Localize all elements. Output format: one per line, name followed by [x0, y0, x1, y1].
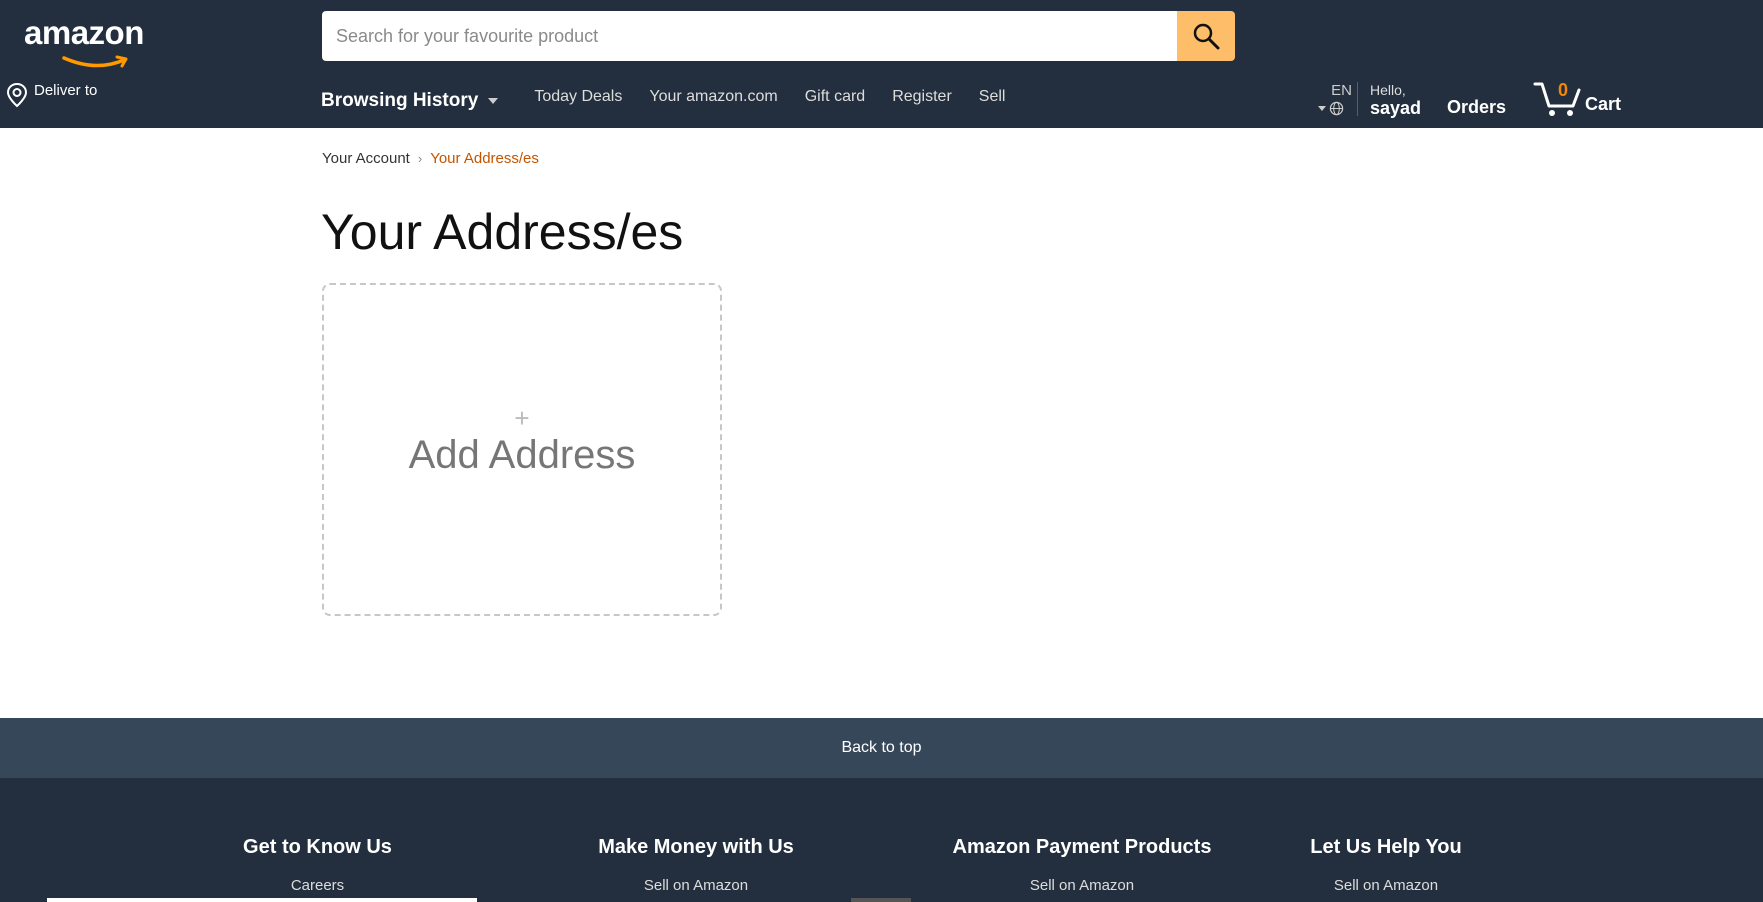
- breadcrumb-separator: ›: [417, 151, 423, 166]
- breadcrumb-your-account[interactable]: Your Account: [322, 150, 410, 167]
- add-address-label: Add Address: [408, 433, 636, 477]
- location-pin-icon: [6, 82, 28, 108]
- footer-link-careers[interactable]: Careers: [230, 877, 405, 894]
- cart-count-badge: 0: [1558, 80, 1569, 100]
- footer-column-get-to-know-us: Get to Know Us Careers: [230, 836, 405, 894]
- plus-icon: +: [514, 403, 530, 433]
- logo-smile-icon: [62, 55, 128, 68]
- browsing-history-dropdown[interactable]: Browsing History: [321, 90, 499, 112]
- account-greeting[interactable]: Hello, sayad: [1370, 82, 1421, 118]
- breadcrumb: Your Account › Your Address/es: [322, 150, 539, 167]
- globe-icon: [1329, 101, 1344, 116]
- footer-column-payment-products: Amazon Payment Products Sell on Amazon: [950, 836, 1214, 894]
- search-bar: [322, 11, 1235, 61]
- browsing-history-label: Browsing History: [321, 90, 479, 111]
- footer-link-sell-on-amazon[interactable]: Sell on Amazon: [596, 877, 796, 894]
- footer-link-sell-on-amazon[interactable]: Sell on Amazon: [1306, 877, 1466, 894]
- footer-column-let-us-help: Let Us Help You Sell on Amazon: [1306, 836, 1466, 894]
- nav-link-gift-card[interactable]: Gift card: [805, 88, 865, 106]
- nav-link-today-deals[interactable]: Today Deals: [534, 88, 622, 106]
- search-icon: [1193, 23, 1220, 50]
- chevron-down-icon: [488, 98, 499, 104]
- username: sayad: [1370, 98, 1422, 118]
- orders-link[interactable]: Orders: [1447, 97, 1506, 118]
- language-selector[interactable]: EN: [1318, 82, 1352, 116]
- breadcrumb-current[interactable]: Your Address/es: [430, 150, 539, 167]
- footer-column-make-money: Make Money with Us Sell on Amazon: [596, 836, 796, 894]
- cart-button[interactable]: 0 Cart: [1533, 80, 1621, 118]
- nav-link-your-amazon[interactable]: Your amazon.com: [649, 88, 777, 106]
- add-address-card[interactable]: + Add Address: [322, 283, 722, 616]
- amazon-logo[interactable]: amazon: [24, 14, 144, 68]
- search-input[interactable]: [322, 11, 1177, 61]
- page-title: Your Address/es: [321, 204, 684, 260]
- nav-link-sell[interactable]: Sell: [979, 88, 1006, 106]
- nav-link-register[interactable]: Register: [892, 88, 952, 106]
- deliver-label: Deliver to: [34, 82, 98, 99]
- bottom-scrollbar[interactable]: [47, 898, 477, 902]
- logo-text: amazon: [24, 14, 144, 51]
- footer-link-sell-on-amazon[interactable]: Sell on Amazon: [950, 877, 1214, 894]
- footer-heading: Amazon Payment Products: [952, 836, 1212, 858]
- search-button[interactable]: [1177, 11, 1235, 61]
- footer-heading: Get to Know Us: [243, 836, 392, 858]
- greeting-text: Hello,: [1370, 82, 1406, 98]
- footer-heading: Let Us Help You: [1310, 836, 1462, 858]
- language-code: EN: [1331, 82, 1352, 99]
- deliver-to[interactable]: Deliver to: [6, 82, 97, 108]
- bottom-scroll-thumb[interactable]: [851, 898, 911, 902]
- main-nav: Browsing History Today Deals Your amazon…: [321, 88, 1032, 112]
- header-divider: [1357, 82, 1358, 116]
- footer-heading: Make Money with Us: [598, 836, 794, 858]
- chevron-down-icon: [1318, 106, 1326, 111]
- cart-label: Cart: [1585, 94, 1622, 114]
- back-to-top-button[interactable]: Back to top: [0, 718, 1763, 778]
- top-navigation-bar: amazon Deliver to Browsing History Today…: [0, 0, 1763, 128]
